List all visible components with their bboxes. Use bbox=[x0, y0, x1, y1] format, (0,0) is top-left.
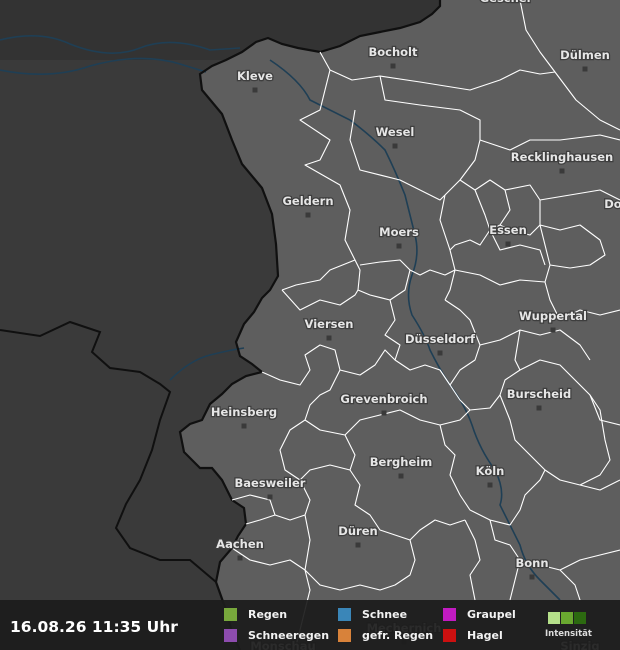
city-marker bbox=[437, 350, 443, 356]
city-marker bbox=[326, 335, 332, 341]
legend-item-graupel: Graupel bbox=[443, 607, 516, 621]
city-marker bbox=[529, 574, 535, 580]
city-marker bbox=[396, 243, 402, 249]
city-label[interactable]: Aachen bbox=[215, 536, 265, 553]
swatch-schneeregen bbox=[224, 628, 237, 642]
legend-label: Schnee bbox=[362, 607, 408, 621]
city-marker bbox=[536, 405, 542, 411]
legend-item-hagel: Hagel bbox=[443, 628, 503, 642]
city-marker bbox=[381, 410, 387, 416]
city-marker bbox=[582, 66, 588, 72]
city-label[interactable]: Baesweiler bbox=[233, 475, 307, 492]
city-marker bbox=[487, 482, 493, 488]
city-marker bbox=[305, 212, 311, 218]
weather-map[interactable]: Gescher Bocholt Dülmen Kleve Wesel Recklingha… bbox=[0, 0, 620, 650]
city-marker bbox=[241, 423, 247, 429]
city-label[interactable]: Bocholt bbox=[367, 44, 419, 61]
city-label[interactable]: Bergheim bbox=[369, 454, 434, 471]
city-label[interactable]: Grevenbroich bbox=[339, 391, 429, 408]
intensity-swatch-low bbox=[548, 612, 560, 624]
legend-item-regen: Regen bbox=[224, 607, 287, 621]
city-label[interactable]: Kleve bbox=[236, 68, 275, 85]
city-label[interactable]: Recklinghausen bbox=[510, 149, 615, 166]
city-marker bbox=[252, 87, 258, 93]
city-marker bbox=[505, 241, 511, 247]
intensity-label: Intensität bbox=[545, 629, 592, 639]
legend-label: Regen bbox=[248, 607, 288, 621]
city-label[interactable]: Düren bbox=[337, 523, 379, 540]
swatch-graupel bbox=[443, 607, 456, 621]
legend-label: Hagel bbox=[467, 628, 503, 642]
city-marker bbox=[355, 542, 361, 548]
swatch-schnee bbox=[338, 607, 351, 621]
city-label[interactable]: Wesel bbox=[374, 124, 415, 141]
city-marker bbox=[559, 168, 565, 174]
intensity-scale: Intensität bbox=[544, 610, 594, 644]
city-label[interactable]: Viersen bbox=[303, 316, 354, 333]
city-label[interactable]: Wuppertal bbox=[518, 308, 589, 325]
legend-label: Graupel bbox=[467, 607, 516, 621]
city-label[interactable]: Burscheid bbox=[506, 386, 573, 403]
city-marker bbox=[390, 63, 396, 69]
swatch-hagel bbox=[443, 628, 456, 642]
city-marker bbox=[550, 327, 556, 333]
city-label[interactable]: Moers bbox=[378, 224, 420, 241]
city-marker bbox=[392, 143, 398, 149]
city-marker bbox=[237, 555, 243, 561]
city-label[interactable]: Köln bbox=[474, 463, 505, 480]
city-label[interactable]: Heinsberg bbox=[210, 404, 279, 421]
city-label[interactable]: Essen bbox=[488, 222, 528, 239]
intensity-swatch-high bbox=[574, 612, 586, 624]
legend-footer: 16.08.26 11:35 Uhr Regen Schnee Graupel … bbox=[0, 600, 620, 650]
city-marker bbox=[267, 494, 273, 500]
timestamp: 16.08.26 11:35 Uhr bbox=[10, 618, 178, 636]
intensity-swatch-mid bbox=[561, 612, 573, 624]
legend-item-schnee: Schnee bbox=[338, 607, 407, 621]
city-label[interactable]: Düsseldorf bbox=[404, 331, 477, 348]
city-label[interactable]: Dülmen bbox=[559, 47, 611, 64]
city-marker bbox=[398, 473, 404, 479]
legend-label: gefr. Regen bbox=[362, 628, 434, 642]
legend-label: Schneeregen bbox=[248, 628, 330, 642]
swatch-regen bbox=[224, 607, 237, 621]
city-label[interactable]: Do bbox=[603, 196, 620, 213]
germany-area bbox=[180, 0, 620, 650]
legend-item-gefr-regen: gefr. Regen bbox=[338, 628, 433, 642]
city-label[interactable]: Geldern bbox=[281, 193, 335, 210]
city-label[interactable]: Bonn bbox=[514, 555, 550, 572]
city-label[interactable]: Gescher bbox=[478, 0, 533, 6]
swatch-gefr-regen bbox=[338, 628, 351, 642]
legend-item-schneeregen: Schneeregen bbox=[224, 628, 329, 642]
